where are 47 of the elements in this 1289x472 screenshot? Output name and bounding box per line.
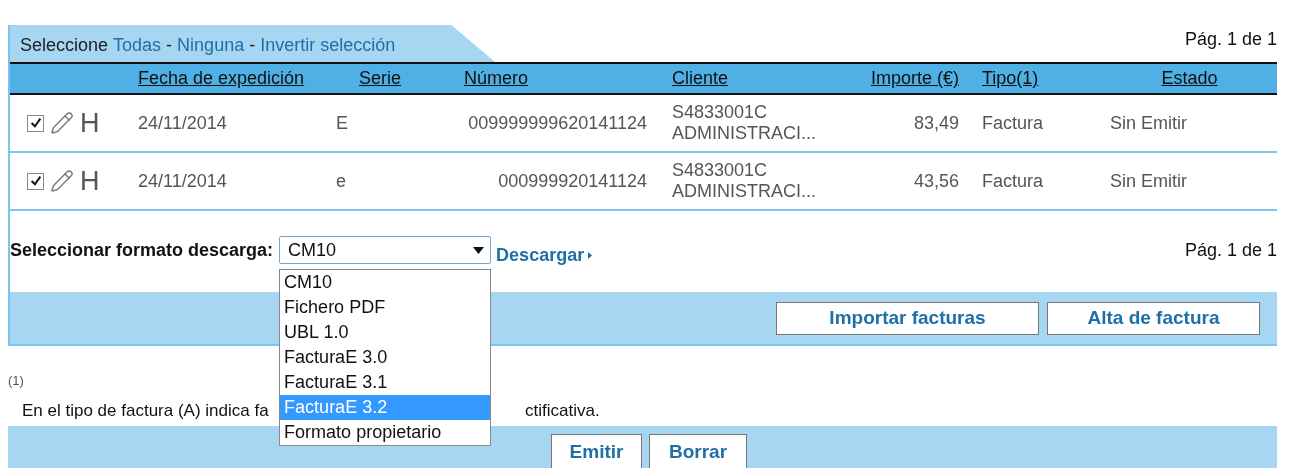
action-button[interactable]: Importar facturas — [776, 301, 1039, 335]
column-header-link[interactable]: Fecha de expedición — [130, 68, 305, 89]
format-select[interactable]: CM10 — [279, 236, 492, 264]
selection-link[interactable]: Ninguna — [177, 35, 245, 56]
table-cell-text: Factura — [981, 112, 1044, 134]
pencil-icon[interactable] — [50, 169, 74, 193]
page-indicator: Pág. 1 de 1 — [1184, 29, 1277, 51]
table-cell-text: Sin Emitir — [1109, 112, 1187, 134]
table-cell-text: 43,56 — [913, 170, 960, 192]
table-cell-text: S4833001C — [672, 102, 769, 123]
footnote-text: ctificativa. — [525, 401, 600, 421]
history-letter[interactable]: H — [80, 167, 100, 195]
table-cell: ADMINISTRACI... — [672, 123, 816, 144]
table-cell-text: Sin Emitir — [1109, 170, 1187, 192]
table-cell-text: 000999920141124 — [498, 170, 648, 192]
table-cell: ADMINISTRACI... — [672, 181, 816, 202]
pencil-icon[interactable] — [50, 111, 74, 135]
table-cell-text: 009999999620141124 — [468, 112, 648, 134]
table-cell-text: e — [335, 170, 346, 192]
form-button[interactable]: Emitir — [551, 434, 642, 468]
page-indicator: Pág. 1 de 1 — [1184, 240, 1277, 261]
column-header-link[interactable]: Número — [452, 68, 529, 89]
table-cell-text: 24/11/2014 — [137, 170, 227, 192]
caret-icon — [473, 246, 485, 254]
table-cell-text: Factura — [981, 170, 1044, 192]
row-checkbox[interactable] — [27, 172, 44, 190]
column-header-link[interactable]: Serie — [327, 68, 402, 89]
table-cell-text: S4833001C — [672, 160, 769, 181]
selection-label: Seleccione — [20, 35, 109, 56]
row-checkbox[interactable] — [27, 114, 44, 132]
table-cell-text: E — [335, 112, 348, 134]
form-button[interactable]: Borrar — [649, 434, 747, 468]
column-header-link[interactable]: Importe (€) — [870, 68, 967, 89]
separator-text: - — [249, 35, 256, 56]
selection-link[interactable]: Invertir selección — [260, 35, 396, 56]
download-link[interactable]: Descargar — [496, 245, 595, 266]
action-button[interactable]: Alta de factura — [1047, 301, 1260, 335]
history-letter[interactable]: H — [80, 109, 100, 137]
separator-text: - — [166, 35, 173, 56]
caret-icon — [587, 251, 595, 260]
format-label: Seleccionar formato descarga: — [10, 240, 274, 261]
column-header-link[interactable]: Cliente — [659, 68, 729, 89]
footnote-mark: (1) — [8, 373, 22, 388]
column-header-link[interactable]: Tipo(1) — [967, 68, 1039, 89]
column-header-link[interactable]: Estado — [1161, 68, 1218, 89]
table-cell-text: 24/11/2014 — [137, 112, 227, 134]
table-cell-text: 83,49 — [913, 112, 960, 134]
